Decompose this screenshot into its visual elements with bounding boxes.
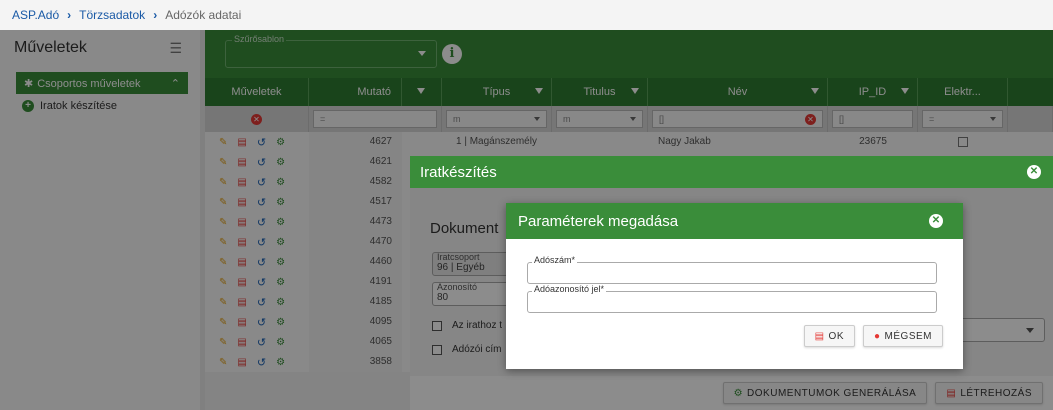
ok-button[interactable]: ▤ OK xyxy=(803,325,855,347)
dialog-title: Iratkészítés xyxy=(420,163,497,181)
parameters-dialog-title: Paraméterek megadása xyxy=(518,212,679,230)
document-icon: ▤ xyxy=(814,330,825,342)
chevron-right-icon: › xyxy=(153,8,158,22)
adoazonosito-label: Adóazonosító jel* xyxy=(532,284,607,294)
adoszam-label: Adószám* xyxy=(532,255,578,265)
parameters-dialog-header: Paraméterek megadása ✕ xyxy=(506,203,963,239)
adoazonosito-input[interactable] xyxy=(528,292,936,312)
chevron-right-icon: › xyxy=(67,8,72,22)
dialog-header: Iratkészítés ✕ xyxy=(410,156,1053,188)
close-icon[interactable]: ✕ xyxy=(929,214,943,228)
adoszam-field[interactable]: Adószám* xyxy=(527,255,937,284)
adoszam-input[interactable] xyxy=(528,263,936,283)
adoazonosito-field[interactable]: Adóazonosító jel* xyxy=(527,284,937,313)
breadcrumb-home-link[interactable]: ASP.Adó xyxy=(12,8,59,22)
parameters-dialog: Paraméterek megadása ✕ Adószám* Adóazono… xyxy=(506,203,963,369)
breadcrumb-torzsadatok-link[interactable]: Törzsadatok xyxy=(79,8,145,22)
breadcrumb: ASP.Adó › Törzsadatok › Adózók adatai xyxy=(0,0,1053,30)
cancel-circle-icon: ● xyxy=(874,330,881,342)
breadcrumb-current: Adózók adatai xyxy=(165,8,242,22)
cancel-button[interactable]: ● MÉGSEM xyxy=(863,325,943,347)
parameters-dialog-buttons: ▤ OK ● MÉGSEM xyxy=(803,325,943,347)
close-icon[interactable]: ✕ xyxy=(1027,165,1041,179)
